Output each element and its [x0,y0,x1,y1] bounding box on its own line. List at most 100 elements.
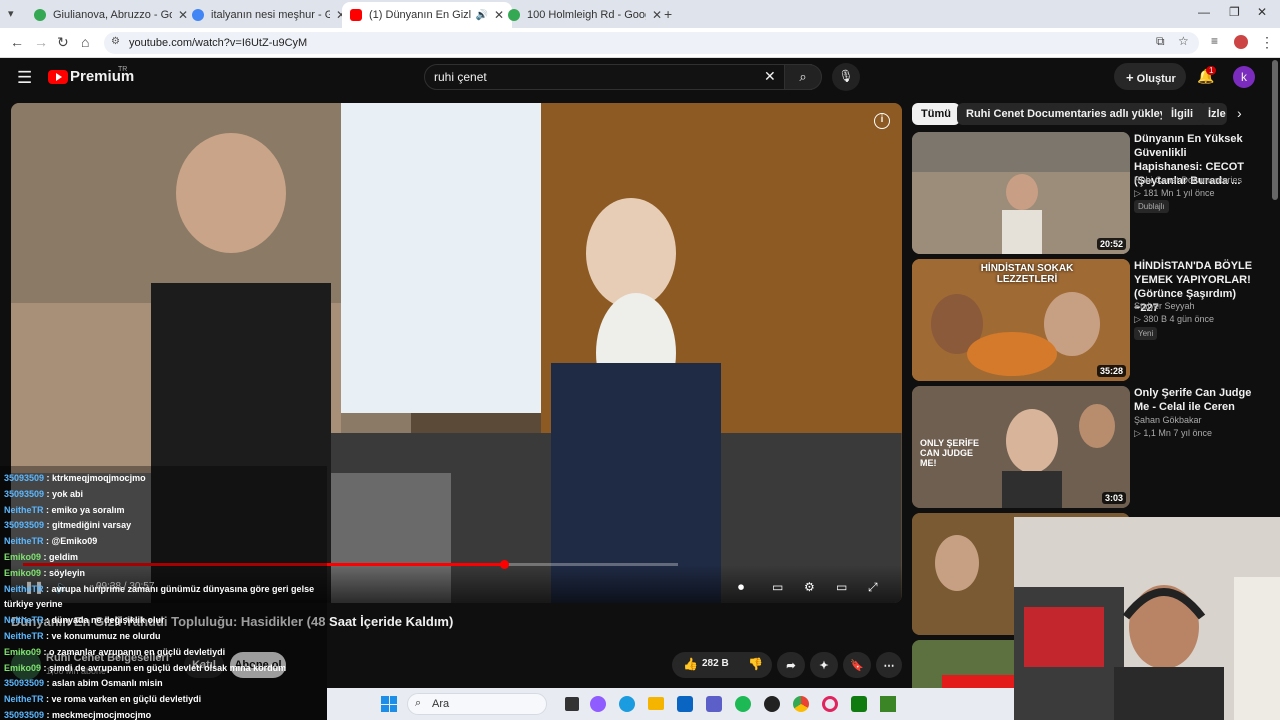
bookmark-star-icon[interactable]: ☆ [1178,34,1189,48]
chat-username: 35093509 [4,710,45,720]
video-thumbnail[interactable]: ONLY ŞERİFE CAN JUDGE ME! 3:03 [912,386,1130,508]
chat-message: Emiko09 : o zamanlar avrupanın en güçlü … [4,646,225,658]
edge-icon[interactable] [619,696,635,712]
search-icon: ⌕ [415,697,422,709]
media-control-icon[interactable]: ≡ [1211,34,1218,48]
new-tab-icon[interactable]: + [664,6,672,22]
install-app-icon[interactable]: ⧉ [1156,34,1165,49]
back-icon[interactable]: ← [10,34,24,50]
info-icon[interactable]: i [874,113,890,129]
site-info-icon[interactable]: ⚙ [111,36,120,47]
more-actions-button[interactable]: ⋯ [876,652,902,678]
fullscreen-icon[interactable]: ⤢ [868,580,878,595]
minecraft-icon[interactable] [880,696,896,712]
outlook-icon[interactable] [677,696,693,712]
clear-search-icon[interactable]: ✕ [764,68,776,85]
menu-icon[interactable]: ☰ [17,68,32,88]
thumbnail-overlay-text: HİNDİSTAN SOKAK LEZZETLERİ [980,263,1074,285]
chat-message: Emiko09 : şimdi de avrupanın en güçlü de… [4,662,286,674]
chat-username: NeitheTR [4,615,44,626]
chat-separator: : [41,662,50,673]
plus-icon: + [1126,70,1134,85]
subtitles-icon[interactable]: ▭ [772,580,783,594]
chat-message: NeitheTR : ve roma varken en güçlü devle… [4,693,201,705]
chip-all[interactable]: Tümü [912,103,960,125]
audio-playing-icon[interactable]: 🔊 [475,10,487,21]
minimize-icon[interactable]: — [1198,5,1210,19]
tab-close-icon[interactable]: ✕ [652,8,662,22]
chat-username: 35093509 [4,678,45,689]
reload-icon[interactable]: ↻ [57,34,69,51]
save-button[interactable]: 🔖 [843,652,871,678]
chip-related[interactable]: İlgili [1162,103,1202,125]
chat-username: 35093509 [4,520,45,531]
create-button[interactable]: + Oluştur [1114,63,1186,90]
url-field[interactable]: youtube.com/watch?v=I6UtZ-u9CyM [104,32,1199,54]
settings-gear-icon[interactable]: ⚙ [804,580,815,594]
sidebar-channel[interactable]: Şahan Gökbakar [1134,414,1202,427]
windows-start-icon[interactable] [381,696,397,712]
chat-username: Emiko09 [4,567,42,578]
search-button[interactable]: ⌕ [784,64,822,90]
app-icon[interactable] [764,696,780,712]
ask-ai-button[interactable]: ✦ [810,652,838,678]
opera-icon[interactable] [822,696,838,712]
video-thumbnail[interactable]: HİNDİSTAN SOKAK LEZZETLERİ 35:28 [912,259,1130,381]
close-window-icon[interactable]: ✕ [1257,5,1267,19]
xbox-icon[interactable] [851,696,867,712]
profile-avatar[interactable] [1234,35,1248,49]
chat-username: NeitheTR [4,631,44,641]
video-duration: 35:28 [1096,365,1126,377]
share-button[interactable]: ➦ [777,652,805,678]
home-icon[interactable]: ⌂ [81,34,89,50]
forward-icon[interactable]: → [34,34,48,50]
browser-menu-icon[interactable]: ⋮ [1260,34,1274,51]
chat-username: Emiko09 [4,662,42,673]
chat-text: yok abi [52,488,84,499]
spotify-icon[interactable] [735,696,751,712]
voice-search-button[interactable]: 🎙 [832,63,860,91]
file-explorer-icon[interactable] [648,697,664,710]
chat-message: 35093509 : meckmecjmocjmocjmo [4,709,151,720]
browser-tab[interactable]: italyanın nesi meşhur - Google✕ [184,2,354,28]
chat-text: ve roma varken en güçlü devletiydi [51,694,202,705]
thumbnail-image [912,132,1130,254]
youtube-logo-icon[interactable] [48,70,68,84]
tab-title: italyanın nesi meşhur - Google [211,9,330,21]
chat-message: Emiko09 : söyleyin [4,567,85,579]
sidebar-video-title[interactable]: Only Şerife Can Judge Me - Celal ile Cer… [1134,386,1256,414]
chat-message: NeitheTR : avrupa hüriprime zamanı günüm… [4,583,314,595]
tab-search-icon[interactable]: ▾ [8,7,14,20]
page-scrollbar[interactable] [1272,60,1278,200]
task-view-icon[interactable] [565,697,579,711]
chevron-right-icon[interactable]: › [1237,105,1242,121]
taskbar-search[interactable]: Ara [407,693,547,715]
chrome-icon[interactable] [793,696,809,712]
browser-tab[interactable]: 100 Holmleigh Rd - Google Har ✕ [500,2,670,28]
chip-watched[interactable]: İzle [1199,103,1227,125]
chat-text: dünyada ne değişiklik olur [51,615,165,626]
sidebar-channel[interactable]: Ruhi Cenet Documentaries [1134,174,1242,187]
video-thumbnail[interactable]: 20:52 [912,132,1130,254]
chat-text: avrupa hüriprime zamanı günümüz dünyasın… [51,583,315,594]
maximize-icon[interactable]: ❐ [1229,5,1240,19]
video-duration: 3:03 [1101,492,1126,504]
chat-separator: : [43,631,52,641]
webcam-image [1014,517,1280,720]
chat-text: ktrkmeqjmoqjmocjmo [52,473,146,483]
search-input[interactable]: ruhi çenet [434,70,487,84]
sidebar-channel[interactable]: Stajyer Seyyah [1134,300,1195,313]
teams-icon[interactable] [706,696,722,712]
like-count[interactable]: 282 B [702,658,729,669]
theater-mode-icon[interactable]: ▭ [836,580,847,594]
copilot-icon[interactable] [590,696,606,712]
autoplay-toggle-icon[interactable]: ⏺ [738,580,744,595]
dislike-thumb-icon[interactable]: 👎 [748,657,763,671]
browser-tab-active[interactable]: (1) Dünyanın En Gizli Yahudi🔊✕ [342,2,512,28]
like-thumb-icon[interactable]: 👍 [683,657,698,671]
chat-separator: : [44,678,53,689]
bookmark-icon: 🔖 [850,659,864,672]
browser-tab[interactable]: Giulianova, Abruzzo - Google H✕ [26,2,196,28]
account-avatar[interactable]: k [1233,66,1255,88]
sidebar-meta: ▷ 181 Mn 1 yıl önce [1134,188,1215,198]
